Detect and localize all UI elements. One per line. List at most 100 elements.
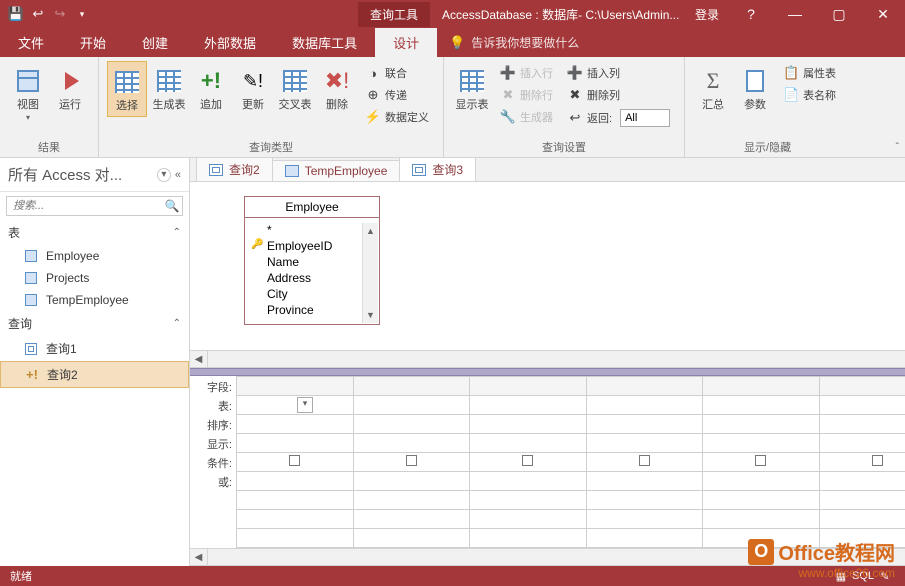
tab-file[interactable]: 文件: [0, 28, 62, 57]
view-design-icon[interactable]: ✎: [875, 568, 895, 584]
scroll-up-icon[interactable]: ▲: [363, 223, 378, 239]
view-datasheet-icon[interactable]: ▦: [831, 568, 851, 584]
nav-section-queries[interactable]: 查询⌃: [0, 311, 189, 336]
run-label: 运行: [59, 99, 81, 111]
return-control[interactable]: ↩返回:: [565, 107, 672, 129]
nav-title: 所有 Access 对...: [8, 164, 157, 185]
field-city[interactable]: City: [253, 286, 371, 302]
ddl-button[interactable]: ⚡数据定义: [363, 107, 431, 127]
login-link[interactable]: 登录: [695, 6, 719, 23]
property-sheet-button[interactable]: 📋属性表: [781, 63, 838, 83]
row-label-table: 表:: [190, 398, 236, 417]
group-results-label: 结果: [8, 137, 90, 155]
delete-label: 删除: [326, 99, 348, 111]
save-icon[interactable]: 💾: [8, 6, 24, 22]
doctab-tempemployee[interactable]: TempEmployee: [272, 160, 401, 181]
nav-table-employee[interactable]: Employee: [0, 245, 189, 267]
nav-table-tempemployee[interactable]: TempEmployee: [0, 289, 189, 311]
fieldlist-scrollbar[interactable]: ▲▼: [362, 223, 378, 323]
field-employeeid[interactable]: EmployeeID: [253, 238, 371, 254]
scroll-left-icon[interactable]: ◀: [190, 351, 208, 367]
select-query-button[interactable]: 选择: [107, 61, 147, 117]
show-table-button[interactable]: 显示表: [452, 61, 492, 115]
return-select[interactable]: [620, 109, 670, 127]
view-button[interactable]: 视图▾: [8, 61, 48, 126]
nav-collapse-icon[interactable]: «: [175, 169, 181, 181]
group-qtype-label: 查询类型: [107, 137, 435, 155]
builder-label: 生成器: [520, 109, 553, 125]
totals-button[interactable]: Σ汇总: [693, 61, 733, 115]
tell-me[interactable]: 💡 告诉我你想要做什么: [437, 28, 591, 57]
nav-item-label: 查询2: [47, 366, 78, 383]
splitter-bar[interactable]: [190, 368, 905, 376]
insrow-label: 插入行: [520, 65, 553, 81]
row-label-field: 字段:: [190, 379, 236, 398]
help-button[interactable]: ?: [729, 0, 773, 28]
union-button[interactable]: ◑联合: [363, 63, 431, 83]
doctab-label: 查询3: [432, 161, 463, 178]
redo-icon[interactable]: ↪: [52, 6, 68, 22]
delcol-label: 删除列: [587, 87, 620, 103]
search-icon[interactable]: 🔍: [162, 197, 182, 215]
prop-label: 属性表: [803, 65, 836, 81]
run-button[interactable]: 运行: [50, 61, 90, 115]
make-table-button[interactable]: 生成表: [149, 61, 189, 115]
tab-design[interactable]: 设计: [375, 28, 437, 57]
close-button[interactable]: ✕: [861, 0, 905, 28]
nav-item-label: TempEmployee: [46, 293, 129, 307]
nav-table-projects[interactable]: Projects: [0, 267, 189, 289]
delete-col-button[interactable]: ✖删除列: [565, 85, 672, 105]
dropdown-icon[interactable]: ▾: [297, 397, 313, 413]
delrow-label: 删除行: [520, 87, 553, 103]
maximize-button[interactable]: ▢: [817, 0, 861, 28]
collapse-ribbon-icon[interactable]: ˆ: [896, 142, 899, 153]
nav-item-label: Projects: [46, 271, 89, 285]
table-names-button[interactable]: 📄表名称: [781, 85, 838, 105]
query-design-grid[interactable]: ▾: [236, 376, 905, 548]
tab-create[interactable]: 创建: [124, 28, 186, 57]
minimize-button[interactable]: —: [773, 0, 817, 28]
update-button[interactable]: ✎!更新: [233, 61, 273, 115]
query-icon: [412, 164, 426, 176]
bulb-icon: 💡: [449, 35, 465, 51]
append-label: 追加: [200, 99, 222, 111]
row-label-show: 显示:: [190, 436, 236, 455]
insert-col-button[interactable]: ➕插入列: [565, 63, 672, 83]
grid-field-cell[interactable]: ▾: [237, 396, 354, 415]
field-address[interactable]: Address: [253, 270, 371, 286]
doctab-query3[interactable]: 查询3: [399, 157, 476, 181]
field-name[interactable]: Name: [253, 254, 371, 270]
params-button[interactable]: 参数: [735, 61, 775, 115]
horizontal-scrollbar-upper[interactable]: ◀▶: [190, 350, 905, 368]
tell-me-label: 告诉我你想要做什么: [471, 34, 579, 51]
select-label: 选择: [116, 100, 138, 112]
nav-query-2[interactable]: +! 查询2: [0, 361, 189, 388]
append-query-icon: +!: [25, 368, 39, 382]
append-button[interactable]: +!追加: [191, 61, 231, 115]
tab-external[interactable]: 外部数据: [186, 28, 274, 57]
scroll-left-icon[interactable]: ◀: [190, 549, 208, 565]
field-province[interactable]: Province: [253, 302, 371, 318]
context-tab-query-tools: 查询工具: [358, 2, 430, 27]
horizontal-scrollbar-lower[interactable]: ◀▶: [190, 548, 905, 566]
table-fieldlist-employee[interactable]: Employee * EmployeeID Name Address City …: [244, 196, 380, 325]
fieldlist-title: Employee: [245, 197, 379, 218]
grid-show-checkbox[interactable]: [237, 453, 354, 472]
delete-query-button[interactable]: ✖!删除: [317, 61, 357, 115]
nav-section-tables[interactable]: 表⌃: [0, 220, 189, 245]
crosstab-button[interactable]: 交叉表: [275, 61, 315, 115]
insert-row-icon: ➕: [500, 65, 516, 81]
field-star[interactable]: *: [253, 222, 371, 238]
scroll-down-icon[interactable]: ▼: [363, 307, 378, 323]
undo-icon[interactable]: ↩: [30, 6, 46, 22]
group-setup-label: 查询设置: [452, 137, 676, 155]
tab-dbtools[interactable]: 数据库工具: [274, 28, 375, 57]
search-input[interactable]: [7, 197, 162, 215]
nav-dropdown-icon[interactable]: ▾: [157, 168, 171, 182]
view-sql-icon[interactable]: SQL: [853, 568, 873, 584]
tab-home[interactable]: 开始: [62, 28, 124, 57]
passthrough-button[interactable]: ⊕传递: [363, 85, 431, 105]
nav-query-1[interactable]: 查询1: [0, 336, 189, 361]
qat-dropdown-icon[interactable]: ▾: [74, 6, 90, 22]
doctab-query2[interactable]: 查询2: [196, 157, 273, 181]
